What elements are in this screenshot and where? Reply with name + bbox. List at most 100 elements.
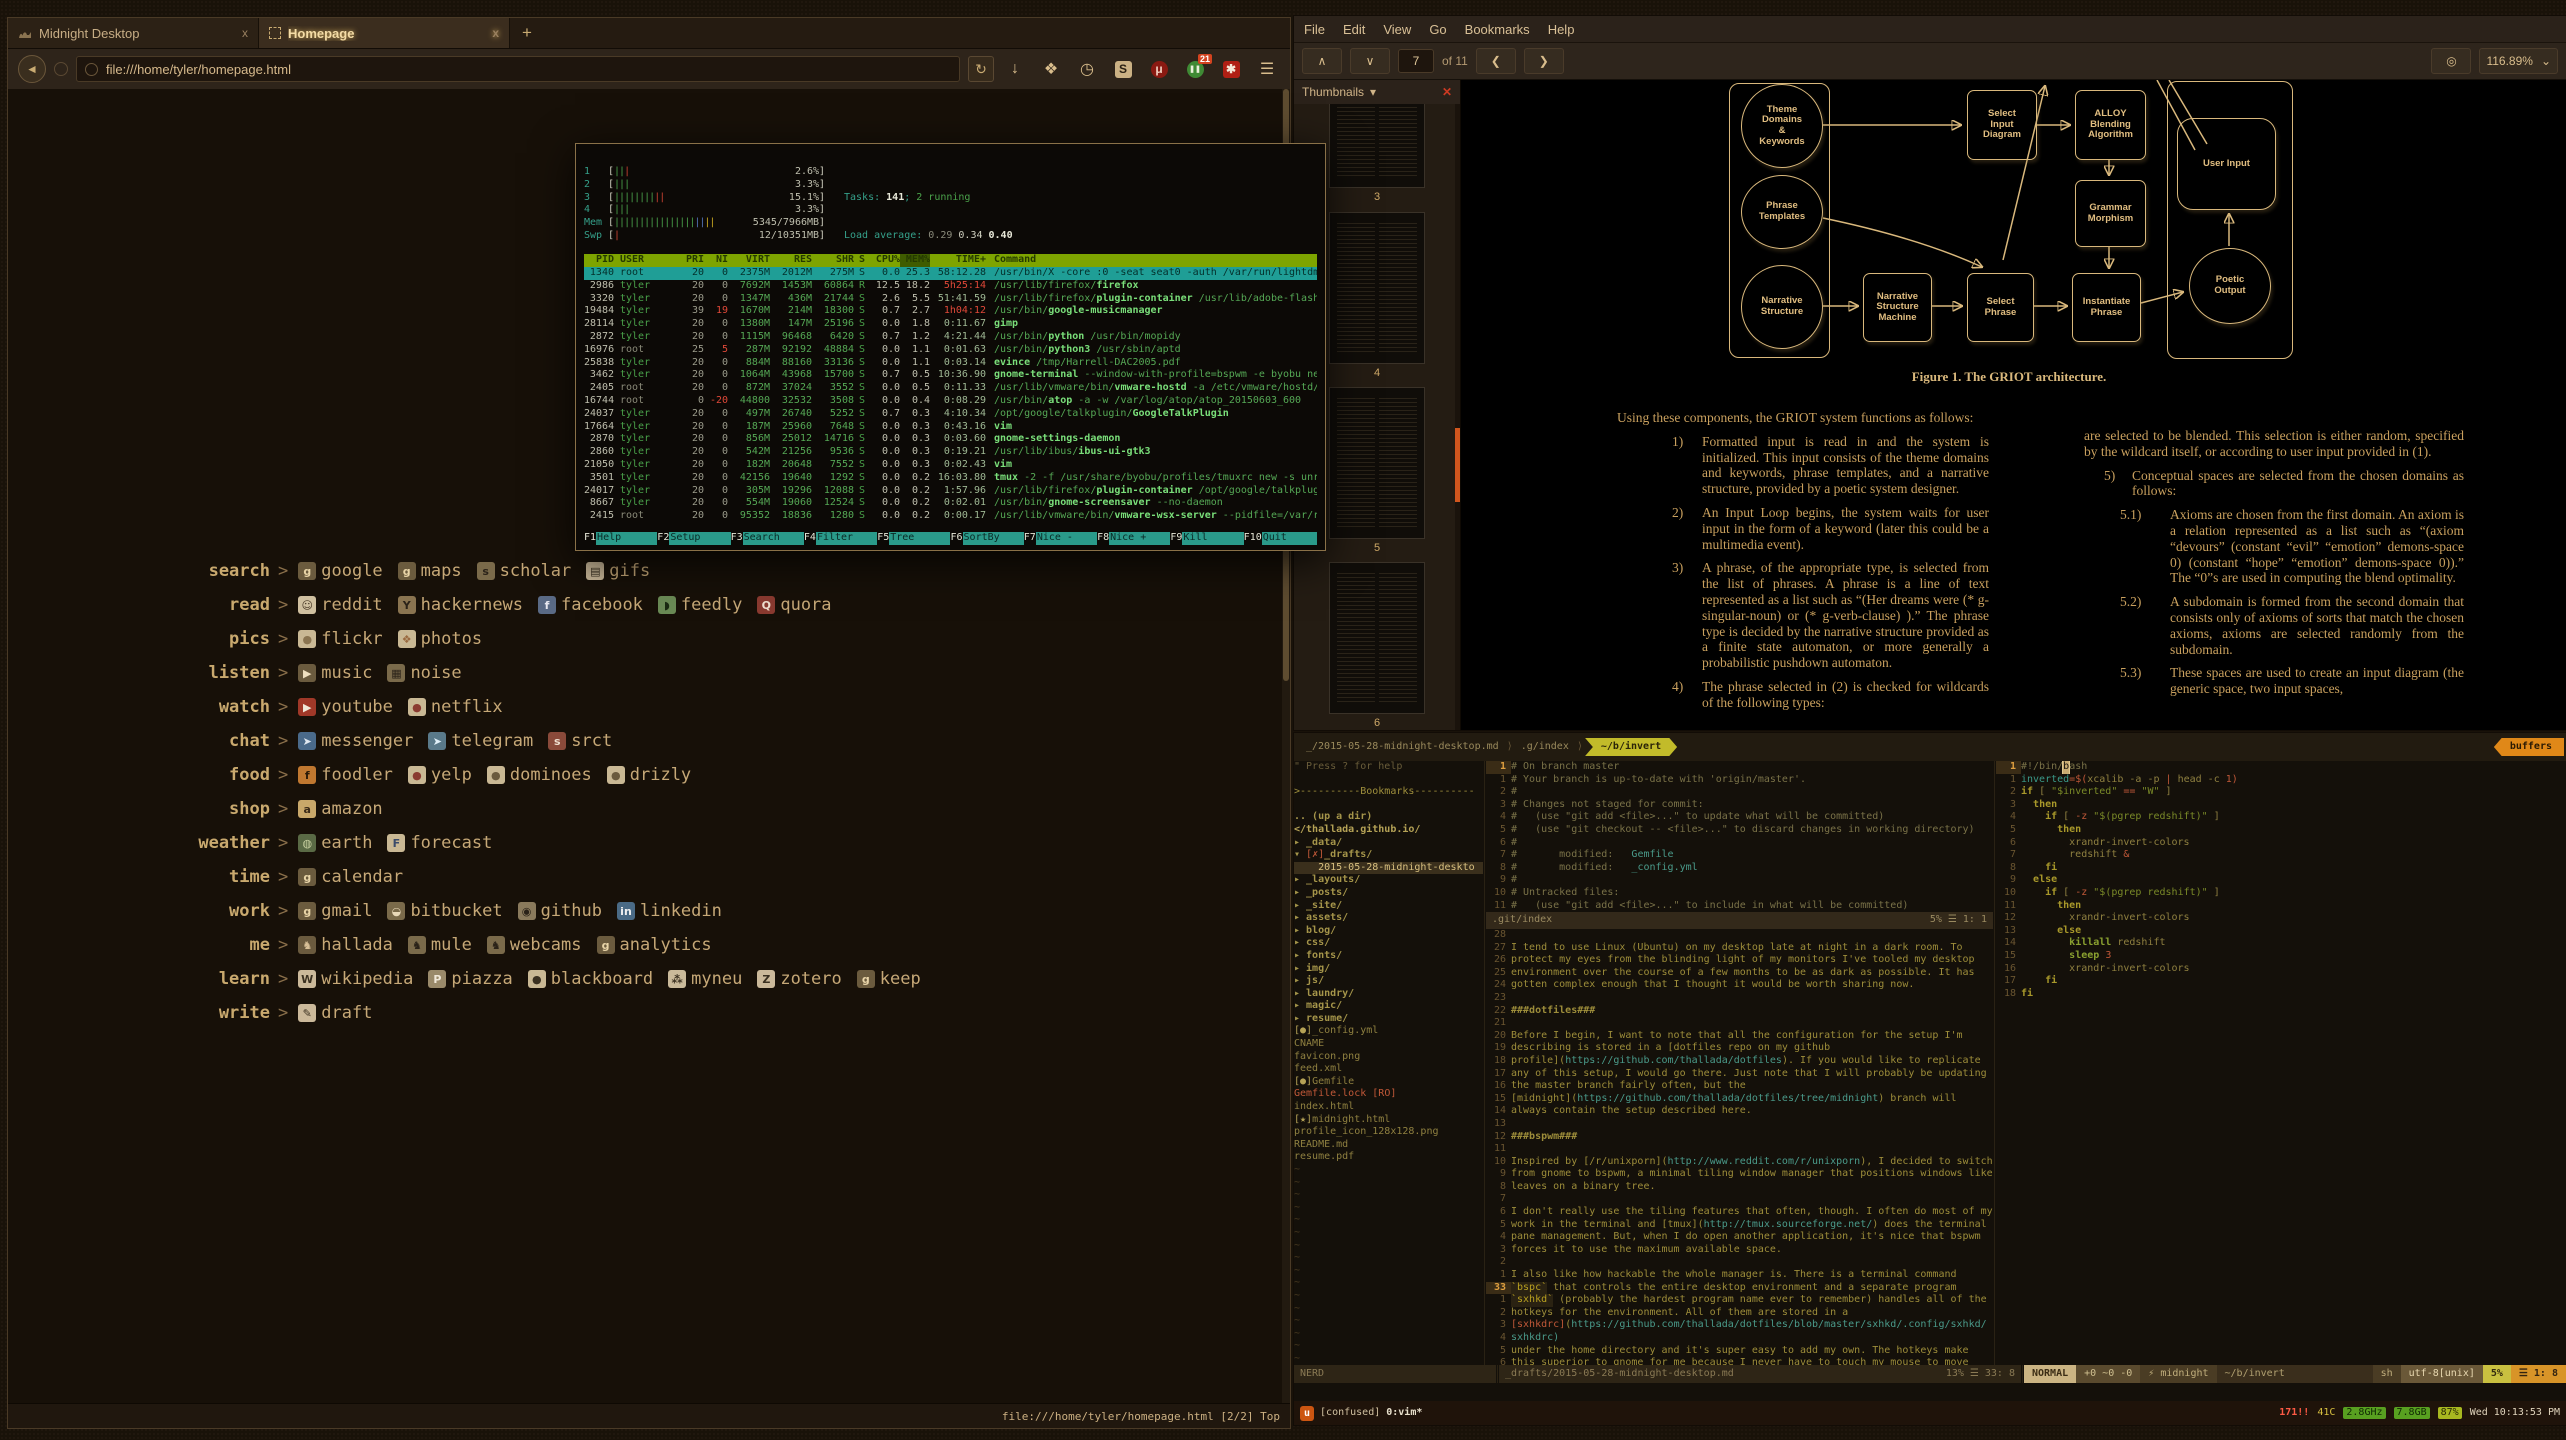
column-header-time[interactable]: TIME+ (930, 254, 986, 267)
close-tab-icon[interactable]: x (242, 26, 248, 40)
umatrix-icon[interactable]: μ (1146, 56, 1172, 82)
homepage-link-flickr[interactable]: ●flickr (298, 629, 382, 649)
new-tab-button[interactable]: + (510, 18, 544, 48)
homepage-link-srct[interactable]: ssrct (548, 731, 612, 751)
download-icon[interactable]: ↓ (1002, 56, 1028, 82)
menu-item-help[interactable]: Help (1548, 22, 1575, 37)
tree-line[interactable]: favicon.png (1294, 1051, 1483, 1064)
column-header-cpu[interactable]: CPU% (870, 254, 900, 267)
column-header-ni[interactable]: NI (704, 254, 728, 267)
thumbnail-page-4[interactable]: 4 (1329, 212, 1425, 379)
page-up-button[interactable]: ∧ (1302, 48, 1342, 74)
menu-item-file[interactable]: File (1304, 22, 1325, 37)
menu-item-edit[interactable]: Edit (1343, 22, 1365, 37)
url-bar[interactable]: file:///home/tyler/homepage.html (76, 56, 960, 82)
stylish-icon[interactable]: S (1110, 56, 1136, 82)
column-header-shr[interactable]: SHR (812, 254, 854, 267)
tmux-window[interactable]: 0:vim* (1386, 1407, 1422, 1420)
homepage-link-mule[interactable]: ♞mule (408, 935, 472, 955)
column-header-mem[interactable]: MEM% (900, 254, 930, 267)
menu-item-view[interactable]: View (1383, 22, 1411, 37)
tree-line[interactable]: ▸ laundry/ (1294, 988, 1483, 1001)
close-sidebar-icon[interactable]: ✕ (1442, 85, 1452, 99)
homepage-link-messenger[interactable]: ➤messenger (298, 731, 413, 751)
reload-button[interactable]: ↻ (968, 56, 994, 82)
homepage-link-quora[interactable]: Qquora (757, 595, 831, 615)
tree-line[interactable]: " Press ? for help (1294, 761, 1483, 774)
tree-line[interactable]: >----------Bookmarks---------- (1294, 786, 1483, 799)
homepage-link-music[interactable]: ▶music (298, 663, 372, 683)
menu-item-go[interactable]: Go (1429, 22, 1446, 37)
tree-line[interactable]: resume.pdf (1294, 1151, 1483, 1164)
column-header-virt[interactable]: VIRT (728, 254, 770, 267)
fkey-f6[interactable]: F6SortBy (950, 532, 1023, 545)
homepage-link-earth[interactable]: ◍earth (298, 833, 372, 853)
process-row[interactable]: 3320tyler2001347M436M21744S2.65.551:41.5… (584, 293, 1317, 306)
process-row[interactable]: 24037tyler200497M267405252S0.70.34:10.34… (584, 408, 1317, 421)
homepage-link-netflix[interactable]: ●netflix (408, 697, 503, 717)
fkey-f2[interactable]: F2Setup (657, 532, 730, 545)
homepage-link-scholar[interactable]: sscholar (477, 561, 572, 581)
homepage-link-myneu[interactable]: ⁂myneu (668, 969, 742, 989)
column-header-pid[interactable]: PID (584, 254, 614, 267)
process-row[interactable]: 1340root2002375M2012M275MS0.025.358:12.2… (584, 267, 1317, 280)
homepage-link-noise[interactable]: ▦noise (387, 663, 461, 683)
thumbnail-page-5[interactable]: 5 (1329, 387, 1425, 554)
tree-line[interactable]: ▸ assets/ (1294, 912, 1483, 925)
buffer-tab[interactable]: _/2015-05-28-midnight-desktop.md (1300, 739, 1505, 756)
zoom-dropdown[interactable]: 116.89% ⌄ (2479, 48, 2558, 74)
fkey-f1[interactable]: F1Help (584, 532, 657, 545)
tree-line[interactable]: [★]midnight.html (1294, 1114, 1483, 1127)
process-row[interactable]: 19484tyler39191670M214M18300S0.72.71h04:… (584, 305, 1317, 318)
fkey-f3[interactable]: F3Search (731, 532, 804, 545)
buffer-tab[interactable]: .g/index (1515, 739, 1575, 756)
tree-line[interactable]: </thallada.github.io/ (1294, 824, 1483, 837)
tree-line[interactable]: [●]_config.yml (1294, 1025, 1483, 1038)
process-row[interactable]: 17664tyler200187M259607648S0.00.30:43.16… (584, 421, 1317, 434)
homepage-link-webcams[interactable]: ♞webcams (487, 935, 582, 955)
homepage-link-feedly[interactable]: ◗feedly (658, 595, 742, 615)
homepage-link-yelp[interactable]: ●yelp (408, 765, 472, 785)
homepage-link-gmail[interactable]: ggmail (298, 901, 372, 921)
tree-line[interactable]: ▸ resume/ (1294, 1013, 1483, 1026)
select-tool-icon[interactable]: ◎ (2431, 48, 2471, 74)
homepage-link-piazza[interactable]: Ppiazza (428, 969, 512, 989)
homepage-link-facebook[interactable]: ffacebook (538, 595, 643, 615)
homepage-link-keep[interactable]: gkeep (857, 969, 921, 989)
tree-line[interactable]: index.html (1294, 1101, 1483, 1114)
homepage-link-maps[interactable]: gmaps (398, 561, 462, 581)
process-row[interactable]: 8667tyler200554M1906012524S0.00.20:02.01… (584, 497, 1317, 510)
chevron-down-icon[interactable]: ▾ (1370, 85, 1376, 99)
flashstop-icon[interactable]: ❚❚21 (1182, 56, 1208, 82)
tree-line[interactable]: ▸ blog/ (1294, 925, 1483, 938)
homepage-link-photos[interactable]: ❖photos (398, 629, 482, 649)
buffer-tab-active[interactable]: ~/b/invert (1585, 738, 1677, 757)
process-row[interactable]: 2415root20095352188361280S0.00.20:00.17/… (584, 510, 1317, 523)
homepage-link-foodler[interactable]: ffoodler (298, 765, 393, 785)
fkey-f8[interactable]: F8Nice + (1097, 532, 1170, 545)
column-header-command[interactable]: Command (986, 254, 1317, 267)
forward-icon[interactable] (54, 62, 68, 76)
process-row[interactable]: 2860tyler200542M212569536S0.00.30:19.21/… (584, 446, 1317, 459)
tree-line[interactable]: ▸ _site/ (1294, 900, 1483, 913)
homepage-link-google[interactable]: ggoogle (298, 561, 382, 581)
menu-hamburger-icon[interactable]: ☰ (1254, 56, 1280, 82)
homepage-link-drizly[interactable]: ●drizly (607, 765, 691, 785)
column-header-pri[interactable]: PRI (680, 254, 704, 267)
homepage-link-analytics[interactable]: ganalytics (597, 935, 712, 955)
process-row[interactable]: 16744root0-2044800325323508S0.00.40:08.2… (584, 395, 1317, 408)
fkey-f5[interactable]: F5Tree (877, 532, 950, 545)
lastpass-icon[interactable]: ✱ (1218, 56, 1244, 82)
homepage-link-youtube[interactable]: ▶youtube (298, 697, 393, 717)
tree-line[interactable]: CNAME (1294, 1038, 1483, 1051)
tree-line[interactable]: profile_icon_128x128.png (1294, 1126, 1483, 1139)
tree-line[interactable]: Gemfile.lock [RO] (1294, 1088, 1483, 1101)
page-number-input[interactable]: 7 (1398, 49, 1434, 73)
process-row[interactable]: 16976root255287M9219248884S0.01.10:01.63… (584, 344, 1317, 357)
tab-midnight-desktop[interactable]: Midnight Desktopx (8, 18, 259, 48)
history-clock-icon[interactable]: ◷ (1074, 56, 1100, 82)
process-row[interactable]: 3501tyler20042156196401292S0.00.216:03.8… (584, 472, 1317, 485)
fkey-f7[interactable]: F7Nice - (1024, 532, 1097, 545)
fkey-f10[interactable]: F10Quit (1244, 532, 1317, 545)
tree-line[interactable]: 2015-05-28-midnight-deskto (1294, 862, 1483, 875)
